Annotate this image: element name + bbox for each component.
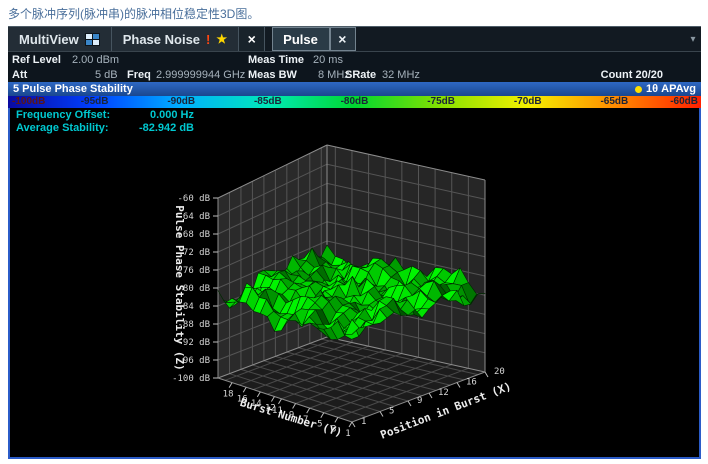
svg-text:16: 16 — [466, 378, 477, 388]
tab-multiview[interactable]: MultiView — [8, 27, 112, 51]
tab-pulse[interactable]: Pulse — [272, 27, 330, 51]
field-att[interactable]: Att — [12, 68, 27, 82]
svg-text:Pulse Phase Stability (Z): Pulse Phase Stability (Z) — [173, 205, 186, 371]
surface-3d-plot[interactable]: -60 dB-64 dB-68 dB-72 dB-76 dB-80 dB-84 … — [10, 108, 699, 457]
result-window: 5 Pulse Phase Stability 1θ APAvg -100dB-… — [8, 82, 701, 459]
multiview-grid-icon — [85, 33, 100, 46]
tab-pulse-label: Pulse — [283, 32, 318, 47]
window-titlebar[interactable]: 5 Pulse Phase Stability 1θ APAvg — [8, 82, 701, 96]
field-meas-bw[interactable]: Meas BW — [248, 68, 297, 82]
analyzer-app-window: MultiView Phase Noise ! ★ × Pulse × ▾ Re… — [8, 26, 701, 459]
field-freq-value: 2.999999944 GHz — [156, 68, 245, 82]
tab-phase-noise[interactable]: Phase Noise ! ★ — [112, 27, 239, 51]
svg-text:-100 dB: -100 dB — [172, 374, 210, 384]
tab-bar: MultiView Phase Noise ! ★ × Pulse × ▾ — [8, 26, 701, 52]
window-title: 5 Pulse Phase Stability — [13, 82, 133, 96]
svg-text:12: 12 — [438, 388, 449, 398]
svg-text:1: 1 — [361, 417, 366, 427]
svg-text:-60 dB: -60 dB — [177, 194, 210, 204]
tab-bar-spacer — [356, 27, 685, 51]
svg-text:5: 5 — [389, 406, 394, 416]
close-icon: × — [248, 32, 256, 46]
trace-badge: 1θ APAvg — [646, 82, 696, 96]
colorbar-label: -90dB — [167, 96, 195, 108]
colorbar-label: -70dB — [514, 96, 542, 108]
field-ref-level[interactable]: Ref Level — [12, 53, 61, 67]
field-att-value: 5 dB — [95, 68, 118, 82]
tab-pulse-close-button[interactable]: × — [330, 27, 356, 51]
warning-icon: ! — [206, 32, 210, 47]
field-meas-time[interactable]: Meas Time — [248, 53, 304, 67]
svg-text:1: 1 — [345, 429, 350, 439]
colorbar-label: -100dB — [12, 96, 45, 108]
page: { "caption": "多个脉冲序列(脉冲串)的脉冲相位稳定性3D图。", … — [0, 0, 708, 464]
star-icon: ★ — [216, 32, 227, 46]
colorbar-label: -60dB — [670, 96, 698, 108]
sweep-count: Count 20/20 — [601, 68, 663, 82]
color-scale-bar[interactable]: -100dB -95dB -90dB -85dB -80dB -75dB -70dB -65d… — [8, 96, 701, 108]
tab-multiview-label: MultiView — [19, 32, 79, 47]
svg-text:9: 9 — [417, 396, 422, 406]
plot-content: Frequency Offset:0.000 HzAverage Stabili… — [8, 108, 701, 459]
close-icon: × — [338, 32, 346, 46]
svg-text:20: 20 — [494, 367, 505, 377]
tab-phase-noise-close-button[interactable]: × — [239, 27, 265, 51]
colorbar-label: -95dB — [81, 96, 109, 108]
tab-phase-noise-label: Phase Noise — [123, 32, 200, 47]
field-meas-time-value: 20 ms — [313, 53, 343, 67]
trace-active-dot — [635, 86, 642, 93]
field-srate[interactable]: SRate — [345, 68, 376, 82]
field-ref-level-value: 2.00 dBm — [72, 53, 119, 67]
tab-menu-caret-icon[interactable]: ▾ — [685, 27, 701, 51]
field-srate-value: 32 MHz — [382, 68, 420, 82]
svg-text:18: 18 — [223, 390, 234, 400]
field-freq[interactable]: Freq — [127, 68, 151, 82]
colorbar-label: -65dB — [600, 96, 628, 108]
colorbar-label: -75dB — [427, 96, 455, 108]
channel-header: Ref Level 2.00 dBm Meas Time 20 ms Att 5… — [8, 52, 701, 82]
colorbar-label: -80dB — [341, 96, 369, 108]
colorbar-label: -85dB — [254, 96, 282, 108]
page-caption: 多个脉冲序列(脉冲串)的脉冲相位稳定性3D图。 — [8, 5, 259, 22]
